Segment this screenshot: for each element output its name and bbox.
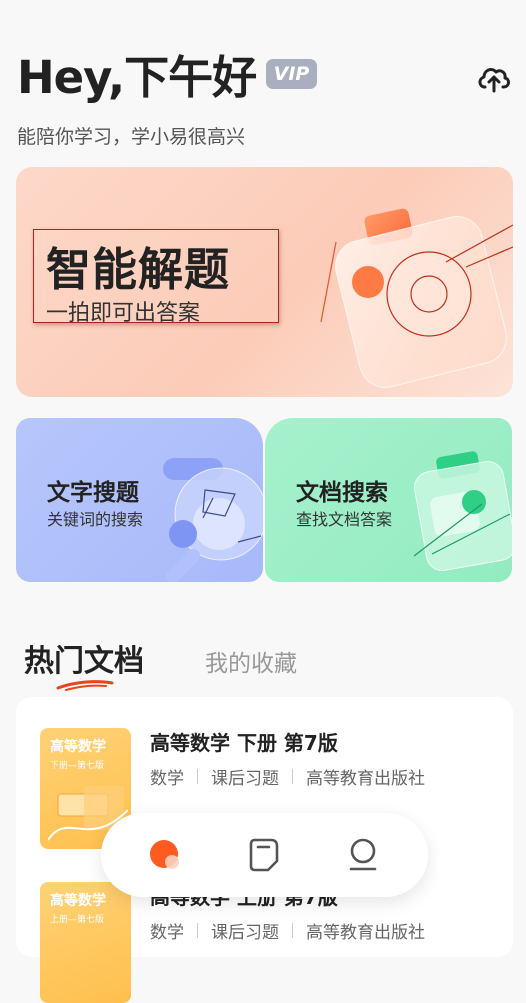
tab-active-underline — [56, 680, 114, 691]
greeting-subtitle: 能陪你学习，学小易很高兴 — [17, 126, 246, 148]
document-search-card[interactable]: 文档搜索 查找文档答案 — [265, 418, 512, 582]
bottom-tab-bar — [101, 813, 428, 897]
profile-icon[interactable] — [343, 835, 383, 875]
document-cover: 高等数学 上册—第七版 — [40, 882, 131, 1003]
camera-icon — [320, 208, 513, 388]
vip-badge[interactable]: VIP — [266, 59, 317, 89]
text-search-icon — [163, 458, 263, 582]
cloud-upload-icon[interactable] — [476, 60, 512, 96]
text-search-subtitle: 关键词的搜索 — [47, 510, 144, 529]
document-icon[interactable] — [244, 835, 284, 875]
tag-divider — [292, 923, 293, 938]
list-item[interactable]: 高等数学 下册—第七版 高等数学 下册 第7版 数学 课后习题 高等教育出版社 — [16, 697, 513, 849]
cover-title: 高等数学 — [50, 893, 106, 909]
document-tag: 高等教育出版社 — [306, 769, 425, 789]
text-search-card[interactable]: 文字搜题 关键词的搜索 — [16, 418, 263, 582]
document-search-subtitle: 查找文档答案 — [296, 510, 393, 529]
document-tags: 数学 课后习题 高等教育出版社 — [150, 918, 425, 943]
smart-solve-banner[interactable]: 智能解题 一拍即可出答案 — [16, 167, 513, 397]
tag-divider — [292, 769, 293, 784]
greeting-title: Hey,下午好 — [17, 51, 257, 104]
tag-divider — [197, 923, 198, 938]
document-tag: 数学 — [150, 923, 184, 943]
tab-hot-documents[interactable]: 热门文档 — [24, 636, 144, 680]
cover-subtitle: 上册—第七版 — [50, 915, 105, 925]
tag-divider — [197, 769, 198, 784]
banner-subtitle: 一拍即可出答案 — [46, 301, 201, 326]
document-tags: 数学 课后习题 高等教育出版社 — [150, 764, 425, 789]
document-search-title: 文档搜索 — [296, 480, 388, 506]
document-tag: 数学 — [150, 769, 184, 789]
document-title: 高等数学 下册 第7版 — [150, 731, 338, 755]
cover-title: 高等数学 — [50, 739, 106, 755]
tab-my-favorites[interactable]: 我的收藏 — [205, 644, 297, 678]
home-icon[interactable] — [146, 835, 186, 875]
document-tag: 课后习题 — [211, 923, 279, 943]
cover-subtitle: 下册—第七版 — [50, 761, 105, 771]
document-tag: 课后习题 — [211, 769, 279, 789]
banner-title: 智能解题 — [46, 243, 231, 296]
document-tag: 高等教育出版社 — [306, 923, 425, 943]
text-search-title: 文字搜题 — [47, 480, 139, 506]
document-search-icon — [413, 451, 512, 572]
